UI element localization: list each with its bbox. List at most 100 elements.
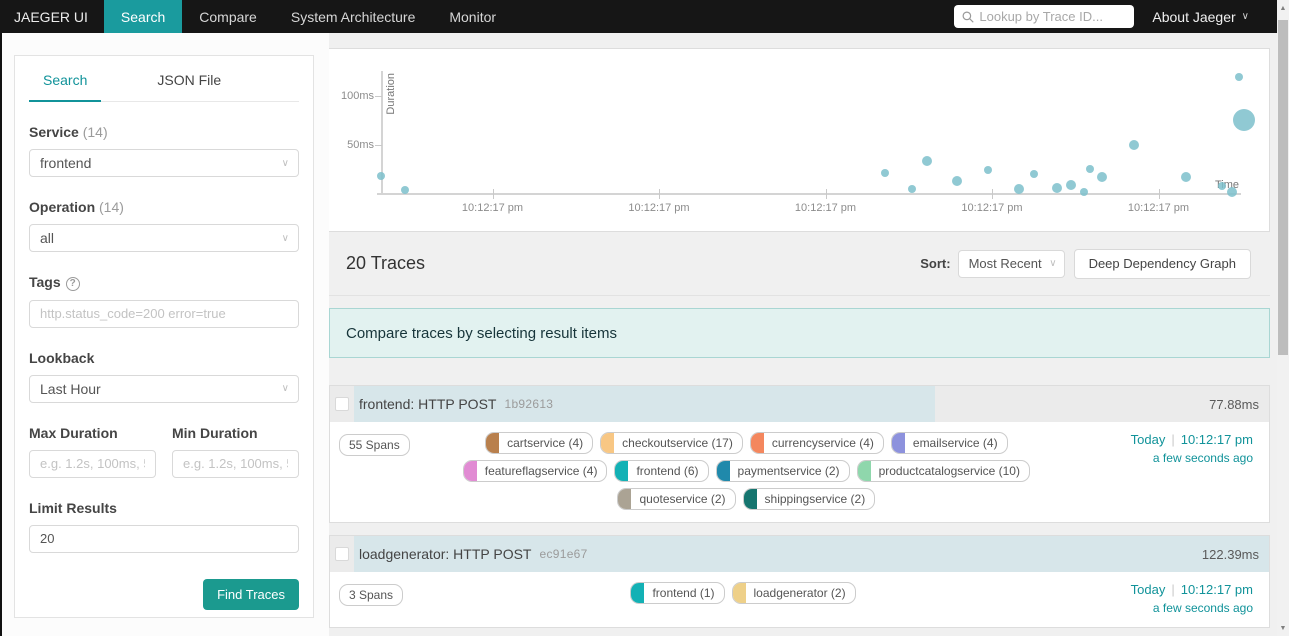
service-tag-label: productcatalogservice (10) [878, 464, 1020, 478]
x-tick-label: 10:12:17 pm [961, 202, 1023, 214]
trace-scatter-dot[interactable] [1180, 171, 1191, 182]
service-tag-label: loadgenerator (2) [753, 586, 846, 600]
trace-scatter-dot[interactable] [922, 155, 933, 166]
y-tick-label: 100ms [340, 90, 374, 102]
scroll-up-arrow[interactable]: ▲ [1277, 2, 1289, 14]
trace-time[interactable]: 10:12:17 pm [1181, 582, 1253, 597]
trace-scatter-dot[interactable] [984, 165, 993, 174]
max-duration-input[interactable] [29, 449, 156, 478]
sidebar-tab-json-file[interactable]: JSON File [143, 56, 235, 102]
lookback-select[interactable]: Last Hour ∨ [29, 374, 299, 403]
trace-scatter-dot[interactable] [1086, 164, 1095, 173]
sidebar-tabs: Search JSON File [29, 56, 299, 102]
tags-label: Tags? [29, 274, 299, 291]
service-tag: frontend (1) [630, 582, 725, 604]
duration-scatter-plot[interactable]: Duration Time 100ms 50ms 10:12:17 pm 10:12:… [329, 49, 1269, 231]
service-tag-label: frontend (1) [652, 586, 715, 600]
service-tag: featureflagservice (4) [462, 460, 608, 482]
trace-scatter-dot[interactable] [951, 176, 962, 187]
min-duration-input[interactable] [172, 449, 299, 478]
service-tag: paymentservice (2) [715, 460, 850, 482]
trace-scatter-dot[interactable] [1079, 188, 1088, 197]
trace-scatter-dot[interactable] [1065, 180, 1076, 191]
find-traces-row: Find Traces [29, 578, 299, 610]
trace-date-time[interactable]: Today | 10:12:17 pm [1083, 432, 1253, 447]
trace-relative-time: a few seconds ago [1152, 451, 1253, 465]
date-time-separator: | [1171, 582, 1175, 597]
service-chip-list: frontend (1) loadgenerator (2) [403, 582, 1083, 604]
nav-items: Search Compare System Architecture Monitor [103, 0, 513, 33]
trace-scatter-dot[interactable] [1097, 172, 1108, 183]
trace-select-checkbox[interactable] [335, 397, 349, 411]
deep-dependency-graph-button[interactable]: Deep Dependency Graph [1073, 248, 1251, 279]
x-tick-mark [492, 189, 494, 199]
trace-scatter-dot[interactable] [907, 185, 916, 194]
limit-results-label: Limit Results [29, 499, 117, 516]
lookback-field: Lookback Last Hour ∨ [29, 350, 299, 403]
trace-title: loadgenerator: HTTP POST [359, 546, 532, 562]
find-traces-button[interactable]: Find Traces [203, 578, 299, 610]
service-label: Service (14) [29, 124, 108, 140]
span-count-chip: 55 Spans [339, 434, 410, 456]
trace-scatter-dot[interactable] [377, 171, 385, 180]
service-tag-label: shippingservice (2) [764, 492, 866, 506]
max-duration-field: Max Duration [29, 425, 156, 478]
x-tick-mark [1158, 189, 1160, 199]
trace-results-list: frontend: HTTP POST 1b92613 77.88ms 55 Span… [329, 385, 1270, 636]
span-count-chip: 3 Spans [339, 584, 404, 606]
trace-scatter-dot[interactable] [1030, 169, 1039, 178]
nav-item-compare[interactable]: Compare [182, 0, 274, 33]
trace-scatter-dot[interactable] [1226, 187, 1237, 198]
trace-lookup-input[interactable] [979, 9, 1127, 24]
help-icon[interactable]: ? [65, 276, 80, 291]
y-axis-label: Duration [385, 73, 397, 115]
about-jaeger-menu[interactable]: About Jaeger ∨ [1152, 0, 1249, 33]
trace-lookup-box[interactable] [954, 5, 1135, 28]
trace-date[interactable]: Today [1131, 432, 1166, 447]
nav-item-search[interactable]: Search [103, 0, 183, 33]
operation-select[interactable]: all ∨ [29, 224, 299, 252]
operation-label: Operation (14) [29, 199, 124, 215]
trace-scatter-dot[interactable] [1129, 140, 1140, 151]
trace-relative-time: a few seconds ago [1152, 601, 1253, 615]
scrollbar-thumb[interactable] [1278, 20, 1288, 355]
sidebar-tab-search[interactable]: Search [29, 56, 102, 102]
x-axis-line [377, 193, 1241, 195]
main-nav: JAEGER UI Search Compare System Architectu… [0, 0, 1289, 33]
service-tag: productcatalogservice (10) [856, 460, 1030, 482]
service-tag: emailservice (4) [890, 432, 1008, 454]
trace-scatter-dot[interactable] [1051, 183, 1062, 194]
service-tag-label: featureflagservice (4) [484, 464, 598, 478]
trace-result-card: frontend: HTTP POST 1b92613 77.88ms 55 Span… [329, 385, 1270, 523]
service-color-swatch [601, 433, 615, 453]
search-icon [962, 11, 975, 23]
trace-date[interactable]: Today [1131, 582, 1166, 597]
trace-time[interactable]: 10:12:17 pm [1181, 432, 1253, 447]
trace-scatter-dot[interactable] [1013, 184, 1024, 195]
limit-results-input[interactable] [29, 524, 299, 553]
service-tag: frontend (6) [614, 460, 709, 482]
min-duration-field: Min Duration [172, 425, 299, 478]
nav-item-system-architecture[interactable]: System Architecture [274, 0, 433, 33]
service-select[interactable]: frontend ∨ [29, 149, 299, 177]
sort-select[interactable]: Most Recent ∨ [957, 249, 1065, 278]
tags-input[interactable] [29, 299, 299, 328]
date-time-separator: | [1171, 432, 1175, 447]
trace-scatter-dot[interactable] [1233, 109, 1256, 132]
trace-select-checkbox[interactable] [335, 547, 349, 561]
page-scrollbar[interactable]: ▲ ▼ [1277, 0, 1289, 636]
trace-row-header[interactable]: loadgenerator: HTTP POST ec91e67 122.39ms [330, 536, 1269, 572]
service-chip-list: cartservice (4) checkoutservice (17) curre… [410, 432, 1083, 510]
nav-item-monitor[interactable]: Monitor [432, 0, 513, 33]
operation-count: (14) [99, 199, 124, 215]
trace-scatter-dot[interactable] [1234, 72, 1243, 81]
trace-row-header[interactable]: frontend: HTTP POST 1b92613 77.88ms [330, 386, 1269, 422]
trace-id: 1b92613 [504, 397, 554, 411]
trace-scatter-dot[interactable] [880, 168, 889, 177]
search-form-panel: Search JSON File Service (14) frontend ∨ … [14, 55, 314, 618]
sort-label: Sort: [920, 256, 951, 271]
trace-date-time[interactable]: Today | 10:12:17 pm [1083, 582, 1253, 597]
lookback-label: Lookback [29, 349, 95, 366]
scroll-down-arrow[interactable]: ▼ [1277, 622, 1289, 634]
service-count: (14) [82, 124, 108, 140]
